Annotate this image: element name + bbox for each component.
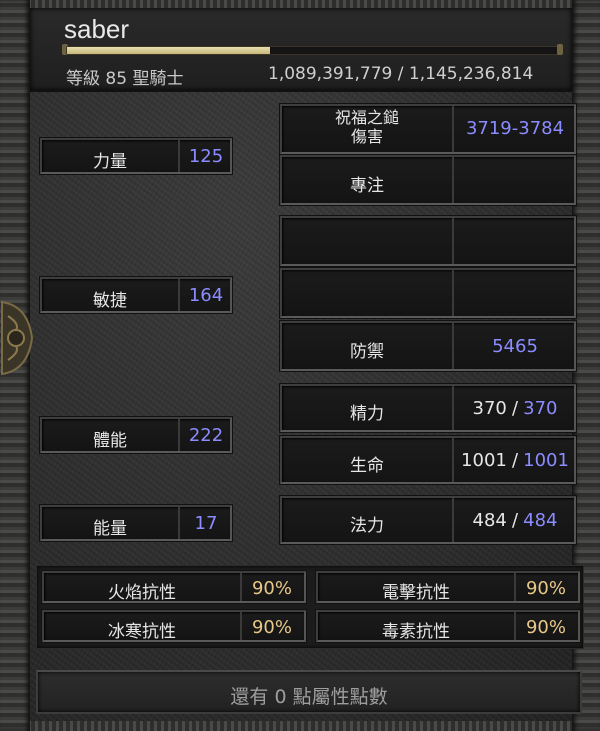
panel-border-bottom [0,721,600,731]
attribute-label: 能量 [93,519,127,539]
clasp-ornament-icon [1,300,34,376]
life-row[interactable]: 生命 1001 / 1001 [280,436,576,484]
attribute-value: 222 [188,425,224,446]
mana-separator: / [511,510,519,531]
resistance-label: 電擊抗性 [382,583,450,603]
mana-value: 484 / 484 [454,510,576,531]
level-and-class: 等級 85 聖騎士 [66,69,184,89]
divider [452,218,454,264]
mana-label: 法力 [350,516,384,536]
attribute-points-footer: 還有 0 點屬性點數 [36,670,582,714]
attribute-value: 164 [188,285,224,306]
resistance-value: 90% [251,617,292,638]
attribute-dexterity[interactable]: 敏捷 164 [40,277,232,313]
lightning-resistance-row[interactable]: 電擊抗性 90% [316,571,580,603]
fire-resistance-row[interactable]: 火焰抗性 90% [42,571,306,603]
focus-label: 專注 [350,176,384,196]
attribute-strength[interactable]: 力量 125 [40,138,232,174]
stamina-value: 370 / 370 [454,398,576,419]
attribute-label: 體能 [93,431,127,451]
cold-resistance-row[interactable]: 冰寒抗性 90% [42,610,306,642]
resistance-value: 90% [525,617,566,638]
empty-stat-row [280,268,576,318]
stamina-current: 370 [472,398,507,419]
life-label: 生命 [350,456,384,476]
xp-bar-cap-right [557,44,563,55]
attribute-label: 力量 [93,152,127,172]
mana-row[interactable]: 法力 484 / 484 [280,496,576,544]
stamina-row[interactable]: 精力 370 / 370 [280,384,576,432]
empty-stat-row [280,216,576,266]
skill-damage-value: 3719-3784 [465,118,565,139]
remaining-points-text: 還有 0 點屬性點數 [230,686,388,708]
poison-resistance-row[interactable]: 毒素抗性 90% [316,610,580,642]
focus-row[interactable]: 專注 [280,155,576,205]
attribute-value: 17 [194,513,218,534]
resistance-label: 毒素抗性 [382,622,450,642]
skill-name: 祝福之鎚 [334,108,399,127]
experience-bar-fill [67,47,270,54]
attribute-label: 敏捷 [93,291,127,311]
character-stats-panel: saber 等級 85 聖騎士 1,089,391,779 / 1,145,23… [0,0,600,731]
defense-row[interactable]: 防禦 5465 [280,321,576,371]
life-separator: / [511,450,519,471]
resistance-label: 冰寒抗性 [108,622,176,642]
stamina-separator: / [511,398,519,419]
skill-damage-row[interactable]: 祝福之鎚 傷害 3719-3784 [280,104,576,154]
resistance-value: 90% [251,578,292,599]
experience-text: 1,089,391,779 / 1,145,236,814 [268,64,534,84]
life-max: 1001 [523,450,569,471]
defense-value: 5465 [492,336,538,357]
skill-damage-label: 祝福之鎚 傷害 [282,108,452,146]
resistance-value: 90% [525,578,566,599]
skill-damage-word: 傷害 [350,127,383,146]
stamina-label: 精力 [350,404,384,424]
stamina-max: 370 [523,398,558,419]
character-name: saber [64,14,130,44]
resistance-label: 火焰抗性 [108,583,176,603]
defense-label: 防禦 [350,342,384,362]
attribute-vitality[interactable]: 體能 222 [40,417,232,453]
divider [452,270,454,316]
divider [452,157,454,203]
attribute-value: 125 [188,146,224,167]
mana-current: 484 [472,510,507,531]
mana-max: 484 [523,510,558,531]
experience-bar [66,46,562,55]
attribute-energy[interactable]: 能量 17 [40,505,232,541]
life-value: 1001 / 1001 [454,450,576,471]
life-current: 1001 [461,450,507,471]
